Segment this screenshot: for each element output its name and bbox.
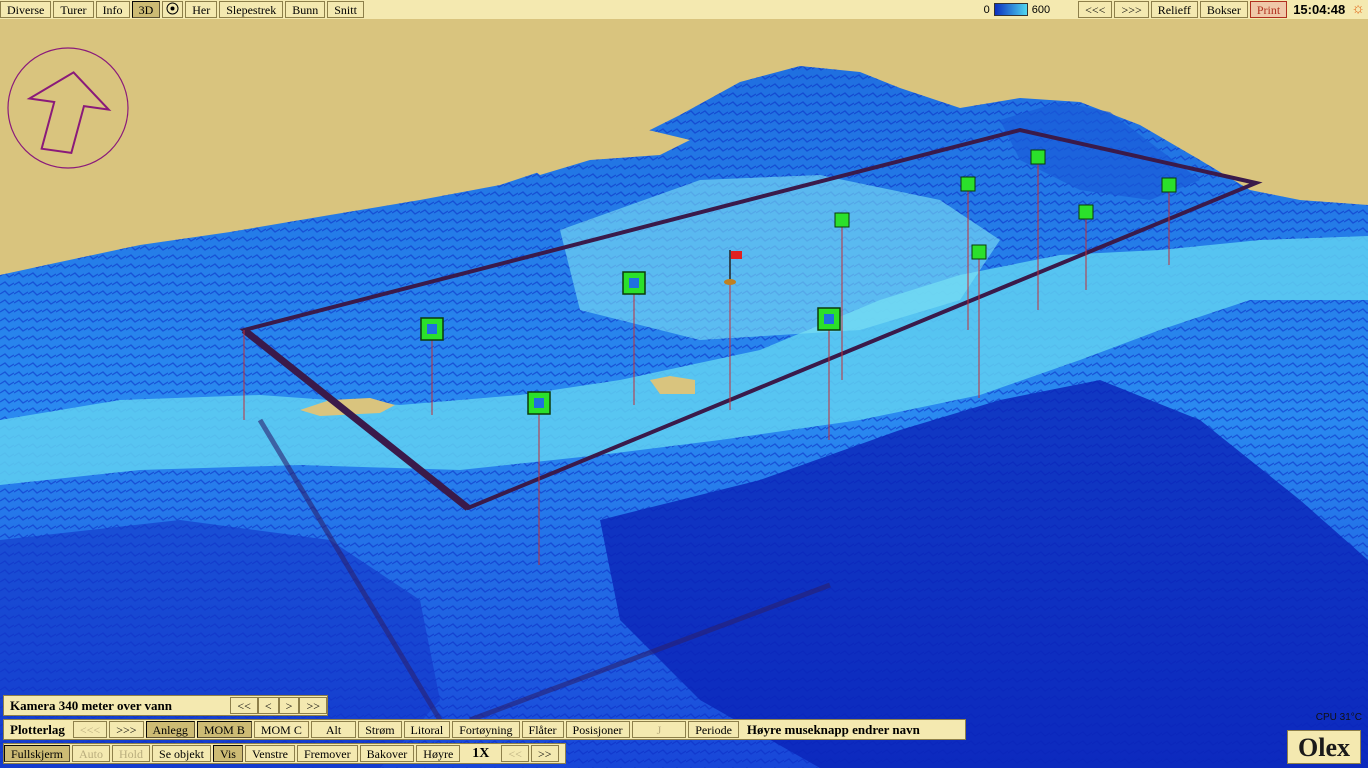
layer-litoral[interactable]: Litoral	[403, 721, 451, 738]
menu-slepestrek[interactable]: Slepestrek	[219, 1, 284, 18]
show-toggle[interactable]: Vis	[213, 745, 243, 762]
forward-button[interactable]: >>>	[1114, 1, 1149, 18]
camera-fast-forward[interactable]: >>	[299, 697, 327, 714]
menu-snitt[interactable]: Snitt	[327, 1, 364, 18]
menu-diverse[interactable]: Diverse	[0, 1, 52, 18]
plotter-label: Plotterlag	[10, 721, 65, 737]
sun-icon[interactable]: ☼	[1351, 1, 1368, 18]
plotter-panel: Plotterlag <<< >>> Anlegg MOM B MOM C Al…	[3, 719, 966, 740]
layer-mom-c[interactable]: MOM C	[253, 721, 309, 738]
mooring-marker	[1030, 149, 1046, 165]
camera-back[interactable]: <	[257, 697, 279, 714]
layer-flater[interactable]: Flåter	[521, 721, 564, 738]
fullscreen-toggle[interactable]: Fullskjerm	[4, 745, 71, 762]
menu-bunn[interactable]: Bunn	[285, 1, 326, 18]
mooring-marker	[971, 244, 987, 260]
top-toolbar: Diverse Turer Info 3D Her Slepestrek Bun…	[0, 0, 1368, 19]
zoom-level: 1X	[472, 745, 490, 761]
layer-posisjoner[interactable]: Posisjoner	[565, 721, 630, 738]
plotter-prev[interactable]: <<<	[72, 721, 108, 738]
camera-fast-back[interactable]: <<	[230, 697, 258, 714]
camera-forward[interactable]: >	[278, 697, 300, 714]
layer-strom[interactable]: Strøm	[358, 721, 402, 738]
target-icon[interactable]	[162, 1, 184, 18]
navigation-panel: Fullskjerm Auto Hold Se objekt Vis Venst…	[3, 743, 566, 764]
back-button[interactable]: <<<	[1078, 1, 1113, 18]
layer-fortoyning[interactable]: Fortøyning	[452, 721, 520, 738]
forward-move-button[interactable]: Fremover	[296, 745, 358, 762]
layer-alt[interactable]: Alt	[310, 721, 357, 738]
backward-button[interactable]: Bakover	[359, 745, 415, 762]
right-button[interactable]: Høyre	[416, 745, 461, 762]
auto-button[interactable]: Auto	[72, 745, 111, 762]
boxes-button[interactable]: Bokser	[1199, 1, 1248, 18]
menu-info[interactable]: Info	[95, 1, 130, 18]
depth-scale	[993, 3, 1028, 16]
camera-panel: Kamera 340 meter over vann << < > >>	[3, 695, 328, 716]
rename-hint: Høyre museknapp endrer navn	[746, 721, 920, 737]
left-button[interactable]: Venstre	[244, 745, 295, 762]
layer-j[interactable]: J	[631, 721, 687, 738]
mooring-marker	[834, 212, 850, 228]
plotter-next[interactable]: >>>	[109, 721, 144, 738]
menu-turer[interactable]: Turer	[53, 1, 94, 18]
scale-max: 600	[1031, 3, 1051, 16]
zoom-in-button[interactable]: >>	[530, 745, 559, 762]
camera-label: Kamera 340 meter over vann	[10, 697, 172, 713]
layer-periode[interactable]: Periode	[688, 721, 739, 738]
clock: 15:04:48	[1293, 2, 1346, 17]
layer-anlegg[interactable]: Anlegg	[145, 721, 195, 738]
mooring-marker	[1161, 177, 1177, 193]
hold-button[interactable]: Hold	[112, 745, 151, 762]
layer-mom-b[interactable]: MOM B	[196, 721, 252, 738]
toggle-3d[interactable]: 3D	[131, 1, 161, 18]
mooring-marker	[1078, 204, 1094, 220]
scale-min: 0	[983, 3, 990, 16]
cpu-temperature: CPU 31°C	[1315, 712, 1362, 723]
relief-button[interactable]: Relieff	[1150, 1, 1198, 18]
view-object-button[interactable]: Se objekt	[152, 745, 212, 762]
olex-logo: Olex	[1287, 730, 1361, 764]
mooring-marker	[960, 176, 976, 192]
print-button[interactable]: Print	[1249, 1, 1288, 18]
bathymetry-3d-view[interactable]	[0, 0, 1368, 768]
zoom-out-button[interactable]: <<	[501, 745, 529, 762]
menu-her[interactable]: Her	[185, 1, 218, 18]
